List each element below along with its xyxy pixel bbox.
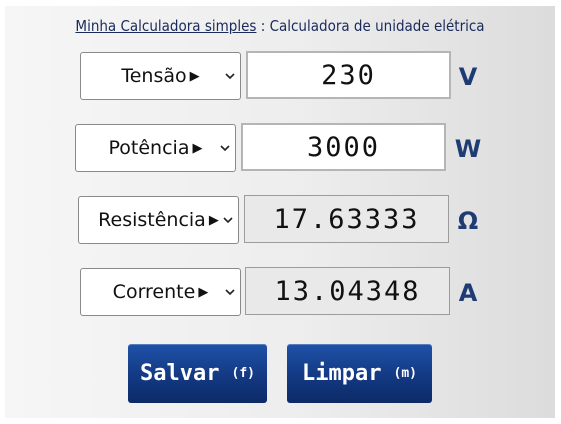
play-arrow-icon: ▶ (208, 212, 219, 228)
home-link[interactable]: Minha Calculadora simples (75, 17, 256, 35)
clear-button-label: Limpar (302, 361, 382, 386)
select-label: Tensão (121, 65, 187, 87)
chevron-down-icon (220, 145, 230, 152)
header-separator: : (256, 17, 270, 35)
play-arrow-icon: ▶ (192, 140, 203, 156)
current-unit: A (458, 279, 478, 307)
header-subtitle: Calculadora de unidade elétrica (269, 17, 485, 35)
resistance-unit: Ω (457, 207, 479, 235)
select-label: Resistência (98, 209, 206, 231)
power-unit: W (454, 135, 482, 163)
save-shortcut: (f) (231, 366, 255, 381)
play-arrow-icon: ▶ (189, 68, 200, 84)
power-input[interactable]: 3000 (241, 123, 446, 171)
chevron-down-icon (225, 289, 235, 296)
voltage-unit: V (458, 63, 478, 91)
page-header: Minha Calculadora simples : Calculadora … (5, 17, 555, 35)
chevron-down-icon (223, 217, 233, 224)
select-label: Corrente (112, 281, 196, 303)
current-output: 13.04348 (245, 267, 450, 315)
play-arrow-icon: ▶ (198, 284, 209, 300)
resistance-output: 17.63333 (244, 195, 449, 243)
clear-button[interactable]: Limpar (m) (287, 344, 432, 403)
select-resistance[interactable]: Resistência ▶ (78, 196, 239, 244)
save-button-label: Salvar (140, 361, 220, 386)
save-button[interactable]: Salvar (f) (128, 344, 267, 403)
calculator-panel: Minha Calculadora simples : Calculadora … (5, 6, 555, 418)
select-power[interactable]: Potência ▶ (75, 124, 236, 172)
chevron-down-icon (225, 73, 235, 80)
select-voltage[interactable]: Tensão ▶ (80, 52, 241, 100)
clear-shortcut: (m) (393, 366, 417, 381)
select-current[interactable]: Corrente ▶ (80, 268, 241, 316)
select-label: Potência (108, 137, 190, 159)
voltage-input[interactable]: 230 (246, 51, 451, 99)
